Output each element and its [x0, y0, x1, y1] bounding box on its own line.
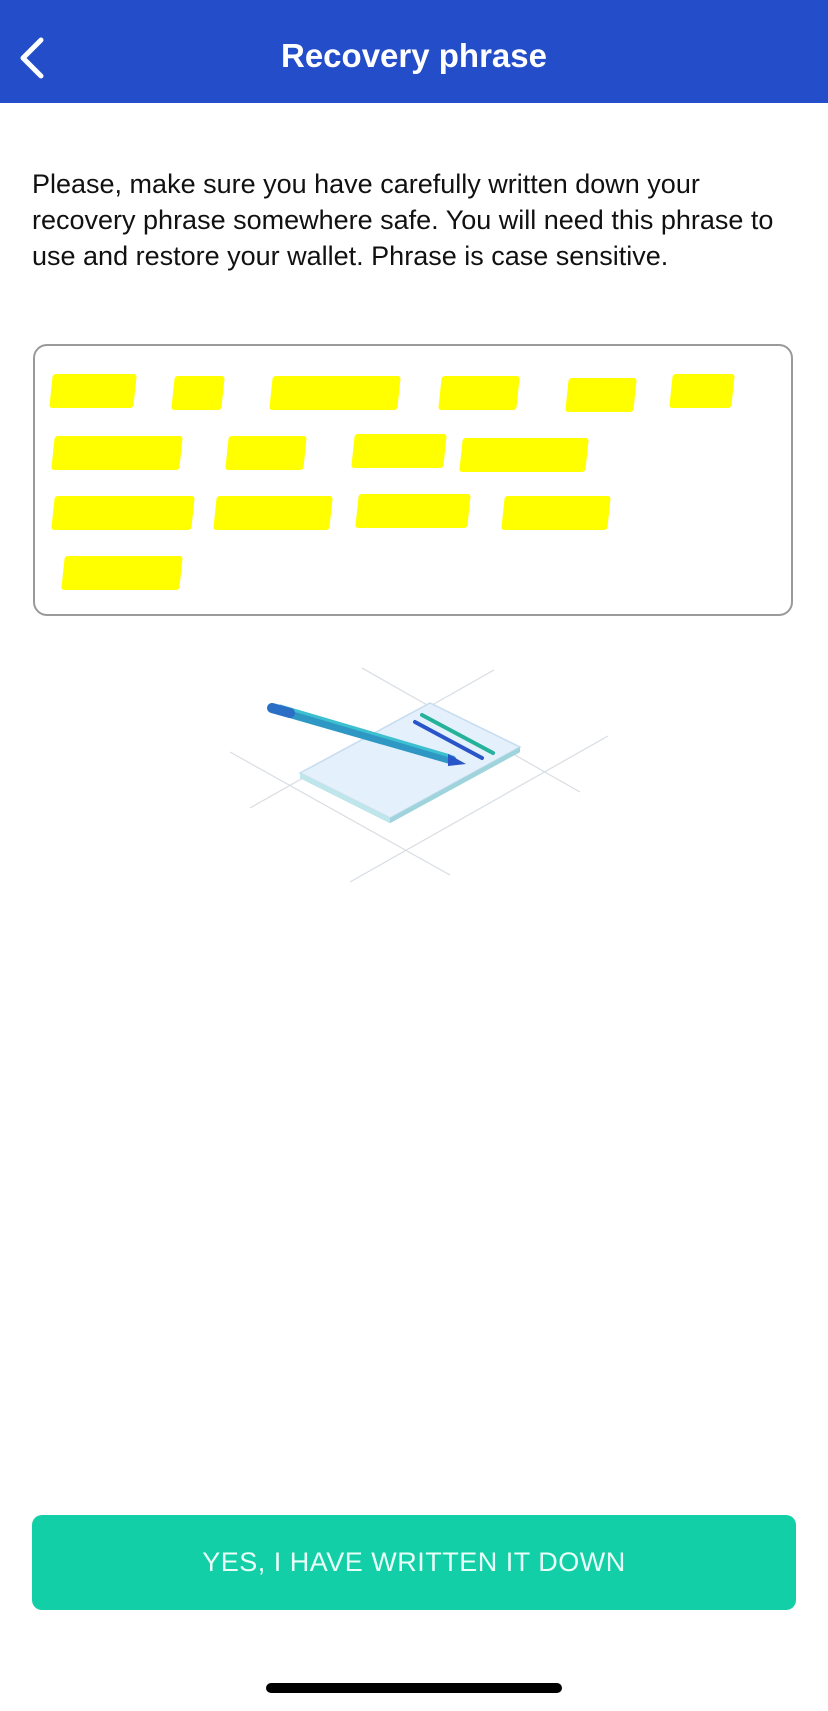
notepad-pen-icon	[229, 667, 609, 883]
phrase-word	[61, 556, 183, 590]
page-title: Recovery phrase	[281, 37, 547, 74]
phrase-word	[171, 376, 225, 410]
recovery-phrase-box	[33, 344, 793, 616]
phrase-word	[269, 376, 401, 410]
phrase-word	[51, 436, 183, 470]
phrase-word	[225, 436, 307, 470]
confirm-written-down-button[interactable]: YES, I HAVE WRITTEN IT DOWN	[32, 1515, 796, 1610]
instructions-text: Please, make sure you have carefully wri…	[32, 169, 774, 271]
phrase-word	[213, 496, 333, 530]
phrase-word	[565, 378, 637, 412]
phrase-word	[669, 374, 735, 408]
phrase-word	[438, 376, 520, 410]
phrase-word	[51, 496, 195, 530]
phrase-word	[355, 494, 471, 528]
app-header: Recovery phrase	[0, 0, 828, 103]
phrase-word	[459, 438, 589, 472]
phrase-word	[351, 434, 447, 468]
home-indicator[interactable]	[266, 1683, 562, 1693]
phrase-word	[49, 374, 137, 408]
phrase-word	[501, 496, 611, 530]
